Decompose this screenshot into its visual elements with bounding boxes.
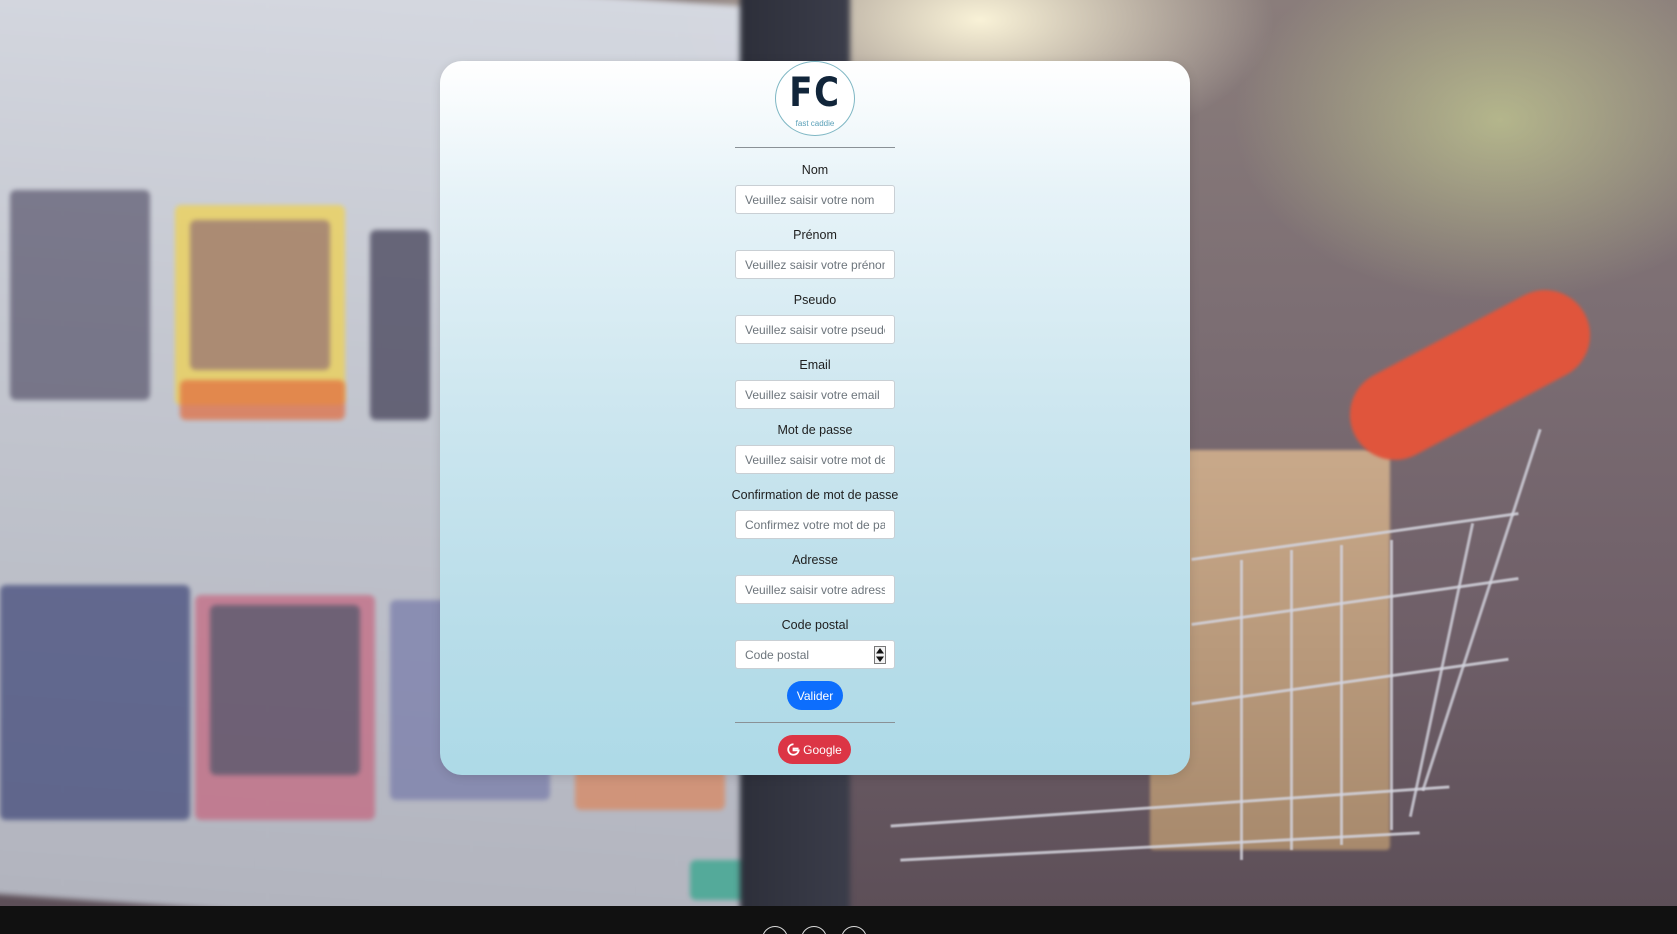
code-postal-label: Code postal: [781, 618, 849, 632]
code-postal-input[interactable]: [735, 640, 895, 669]
nom-input[interactable]: [735, 185, 895, 214]
prenom-label: Prénom: [793, 228, 837, 242]
signup-card: FC fast caddie Nom Prénom Pseudo Email M…: [440, 61, 1190, 775]
password-confirm-input[interactable]: [735, 510, 895, 539]
pseudo-label: Pseudo: [793, 293, 837, 307]
password-input[interactable]: [735, 445, 895, 474]
nom-label: Nom: [801, 163, 829, 177]
pseudo-input[interactable]: [735, 315, 895, 344]
google-g-icon: [787, 743, 800, 756]
adresse-input[interactable]: [735, 575, 895, 604]
background-cart-handle: [1334, 274, 1606, 476]
email-label: Email: [799, 358, 831, 372]
google-button-label: Google: [803, 742, 842, 757]
password-confirm-label: Confirmation de mot de passe: [731, 488, 899, 502]
password-label: Mot de passe: [777, 423, 853, 437]
social-icon-3[interactable]: [841, 926, 867, 934]
adresse-label: Adresse: [792, 553, 838, 567]
social-icon-1[interactable]: [762, 926, 788, 934]
social-icon-2[interactable]: [801, 926, 827, 934]
logo-letters: FC: [789, 70, 841, 116]
brand-logo: FC fast caddie: [775, 61, 855, 136]
top-divider: [735, 147, 895, 148]
prenom-input[interactable]: [735, 250, 895, 279]
submit-button[interactable]: Valider: [787, 681, 843, 710]
email-input[interactable]: [735, 380, 895, 409]
google-signin-button[interactable]: Google: [778, 735, 851, 764]
footer-bar: [0, 906, 1677, 934]
logo-subtitle: fast caddie: [795, 119, 835, 128]
signup-page: FC fast caddie Nom Prénom Pseudo Email M…: [0, 0, 1677, 934]
bottom-divider: [735, 722, 895, 723]
number-spinner-icon[interactable]: [874, 646, 886, 664]
